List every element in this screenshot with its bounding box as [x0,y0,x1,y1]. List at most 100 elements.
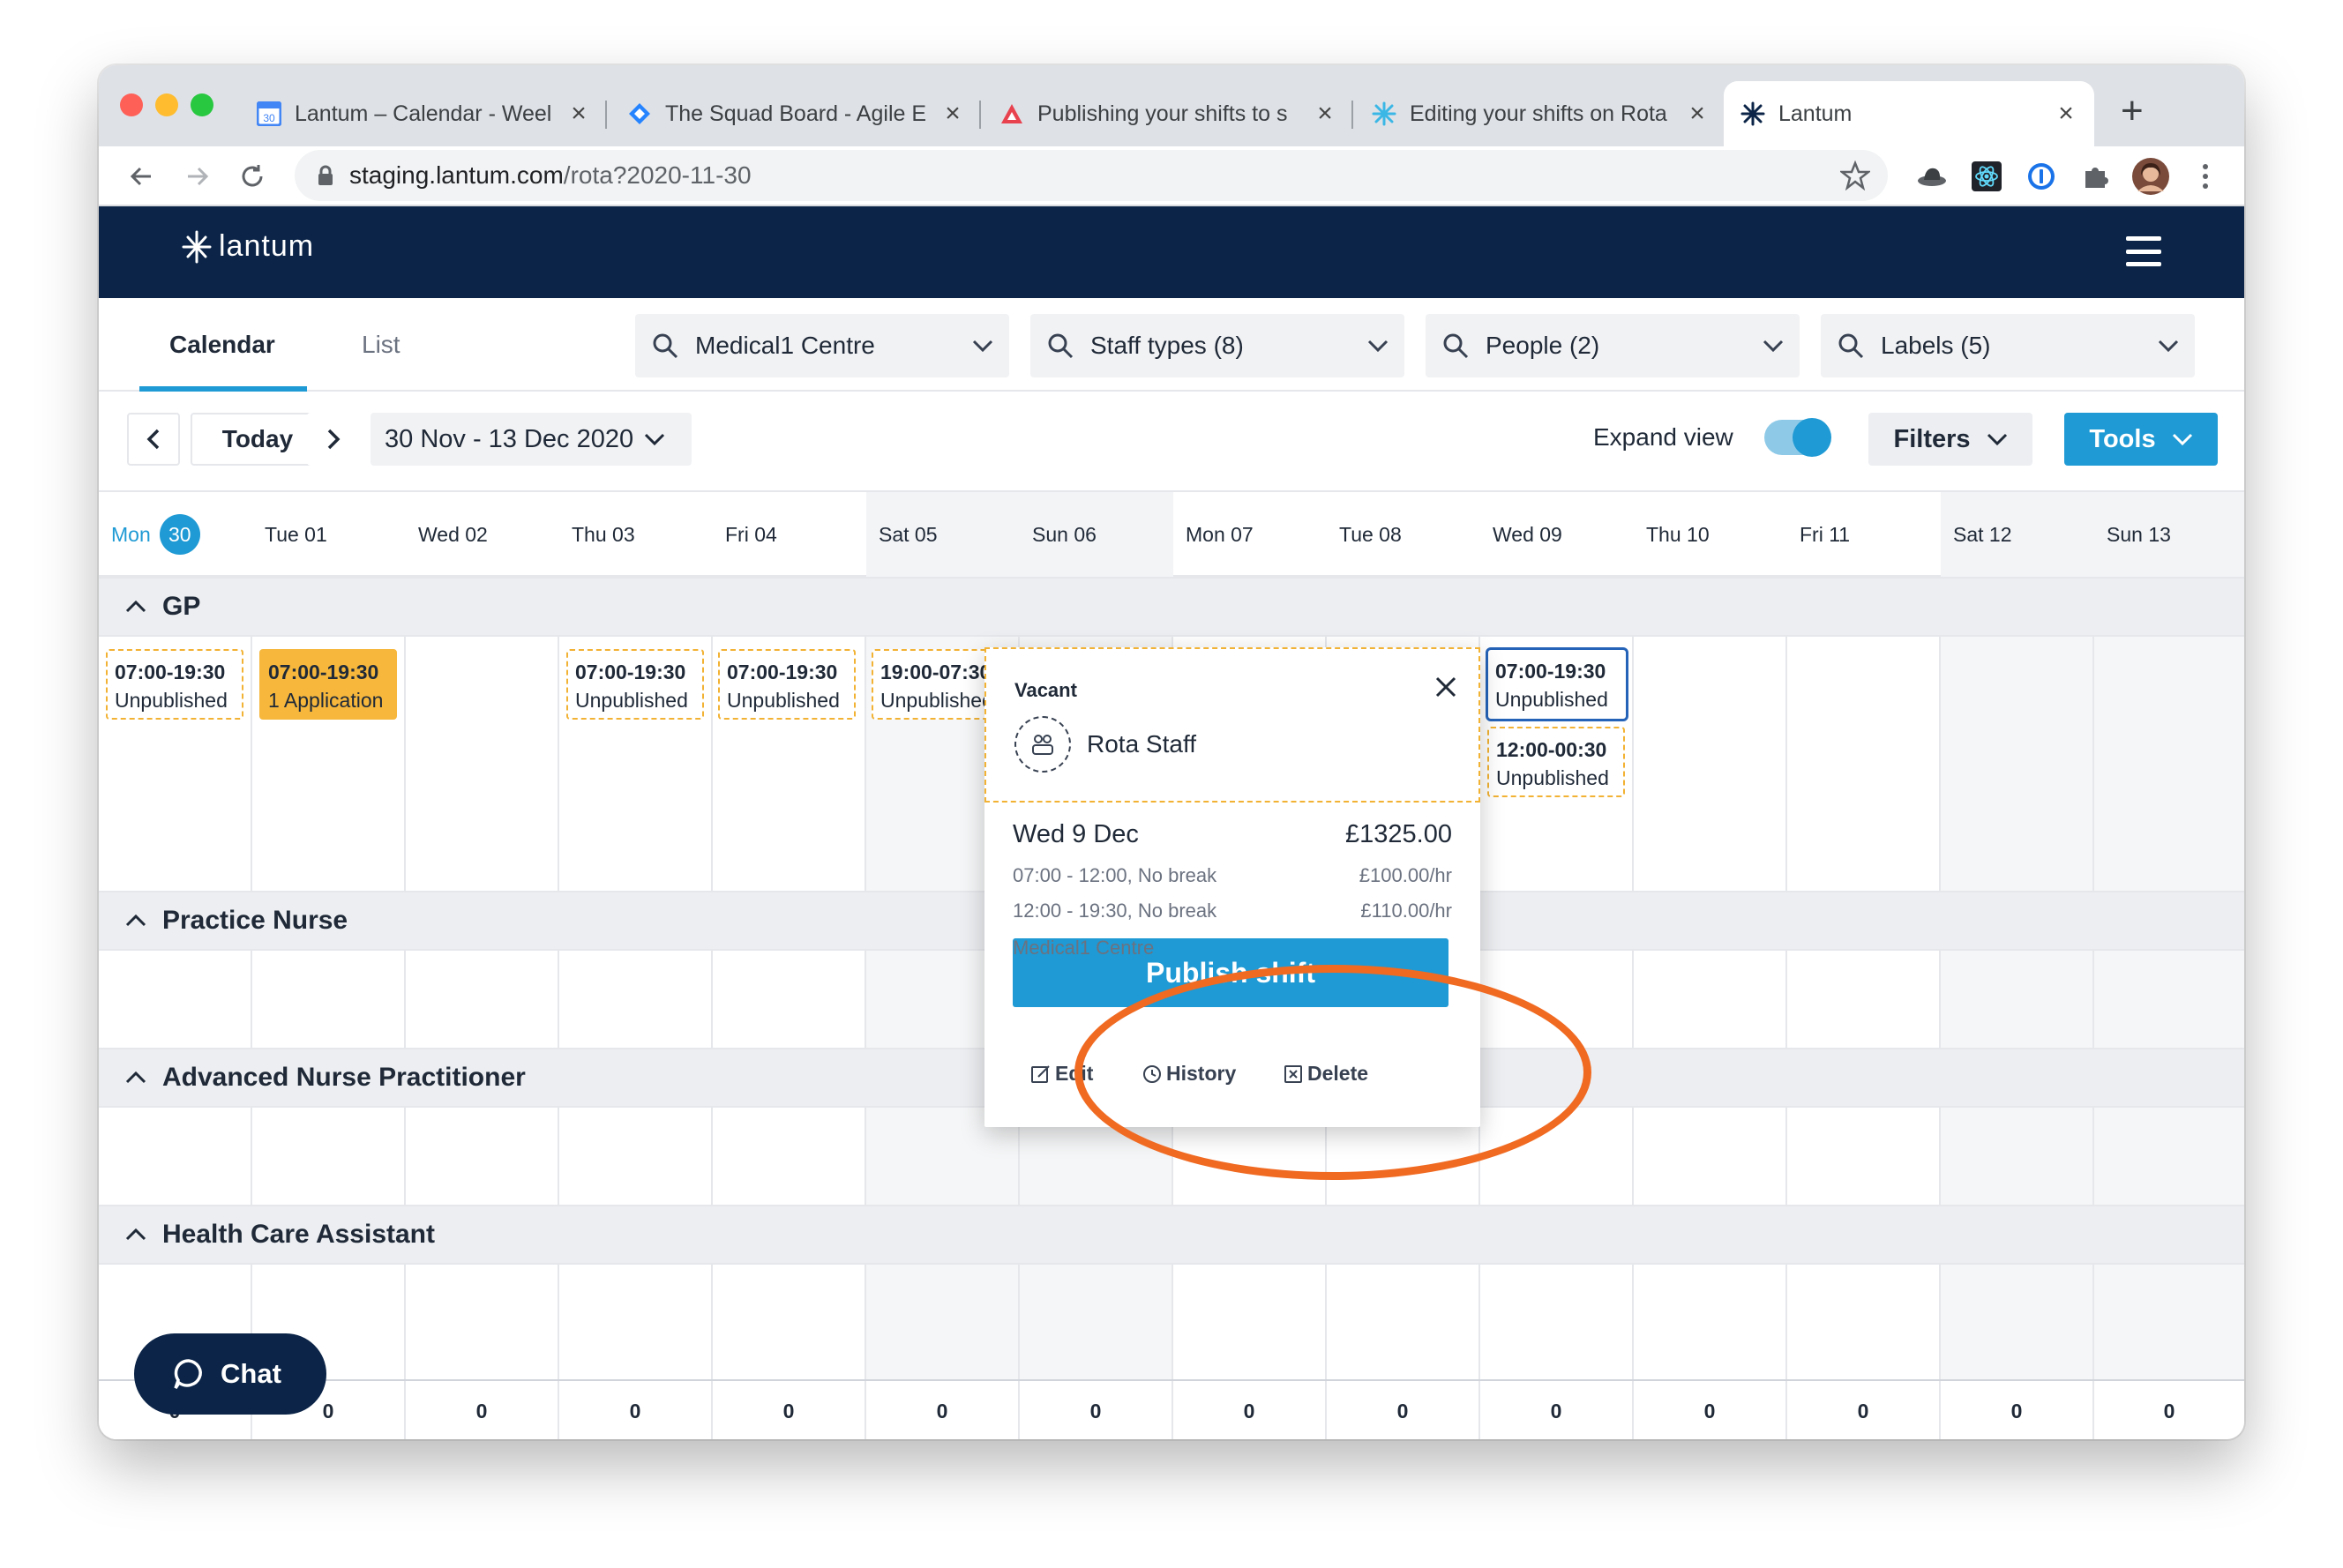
password-manager-icon[interactable] [2022,157,2061,196]
close-tab-icon[interactable]: × [566,99,591,129]
tab-calendar[interactable]: Calendar [169,298,275,392]
back-arrow-icon[interactable] [122,157,161,196]
day-cell[interactable] [713,1265,866,1379]
shift-card[interactable]: 07:00-19:30 Unpublished [566,649,704,720]
extensions-puzzle-icon[interactable] [2077,157,2115,196]
chat-button[interactable]: Chat [134,1333,326,1415]
delete-shift-button[interactable]: Delete [1283,1062,1368,1086]
shift-card[interactable]: 12:00-00:30 Unpublished [1487,727,1625,797]
day-cell[interactable] [559,1108,713,1206]
extension-hat-icon[interactable] [1913,157,1951,196]
day-header-today[interactable]: Mon 30 [99,492,249,577]
new-tab-button[interactable]: + [2121,92,2144,131]
day-cell[interactable] [1787,1265,1941,1379]
day-cell[interactable] [1480,951,1634,1049]
day-cell[interactable] [1634,1108,1787,1206]
close-icon[interactable] [1434,672,1457,706]
day-header[interactable]: Tue 08 [1327,492,1480,577]
day-cell[interactable] [1787,951,1941,1049]
location-select[interactable]: Medical1 Centre [635,314,1009,377]
footer-count: 0 [406,1381,559,1439]
day-cell[interactable] [1941,1108,2094,1206]
section-header-health-care-assistant[interactable]: Health Care Assistant [99,1205,2244,1265]
day-cell[interactable] [713,1108,866,1206]
day-cell[interactable] [406,1265,559,1379]
day-header[interactable]: Sat 05 [866,492,1020,577]
shift-card-selected[interactable]: 07:00-19:30 Unpublished [1486,647,1628,721]
close-tab-icon[interactable]: × [2054,99,2078,129]
day-cell[interactable] [866,1265,1020,1379]
day-header[interactable]: Thu 03 [559,492,713,577]
day-cell[interactable] [99,951,252,1049]
react-devtools-icon[interactable] [1967,157,2006,196]
date-range-picker[interactable]: 30 Nov - 13 Dec 2020 [371,413,692,466]
close-tab-icon[interactable]: × [940,99,965,129]
day-cell[interactable] [559,1265,713,1379]
expand-view-toggle[interactable] [1764,418,1831,457]
day-cell[interactable] [1020,1265,1173,1379]
hamburger-menu-icon[interactable] [2126,236,2161,266]
day-cell[interactable] [2094,1108,2244,1206]
close-tab-icon[interactable]: × [1313,99,1337,129]
day-cell[interactable] [1634,1265,1787,1379]
day-cell[interactable] [1327,1265,1480,1379]
day-cell[interactable] [252,951,406,1049]
close-tab-icon[interactable]: × [1685,99,1710,129]
day-cell[interactable] [1941,951,2094,1049]
staff-types-select[interactable]: Staff types (8) [1030,314,1404,377]
day-header[interactable]: Mon 07 [1173,492,1327,577]
people-select[interactable]: People (2) [1426,314,1800,377]
day-header[interactable]: Sun 13 [2094,492,2244,577]
reload-icon[interactable] [233,157,272,196]
profile-avatar[interactable] [2131,157,2170,196]
day-cell[interactable] [2094,951,2244,1049]
day-header[interactable]: Tue 01 [252,492,406,577]
day-cell[interactable] [406,951,559,1049]
section-header-gp[interactable]: GP [99,577,2244,637]
day-cell[interactable] [1634,951,1787,1049]
labels-select[interactable]: Labels (5) [1821,314,2195,377]
day-header[interactable]: Fri 11 [1787,492,1941,577]
browser-tab-squad-board[interactable]: The Squad Board - Agile E × [610,81,981,146]
browser-tab-editing-shifts[interactable]: Editing your shifts on Rota × [1355,81,1725,146]
next-period-button[interactable] [307,413,360,466]
day-cell[interactable] [252,1108,406,1206]
browser-menu-icon[interactable] [2186,157,2225,196]
previous-period-button[interactable] [127,413,180,466]
day-cell[interactable] [2094,1265,2244,1379]
browser-tab-publishing-shifts[interactable]: Publishing your shifts to s × [983,81,1353,146]
filters-button[interactable]: Filters [1868,413,2032,466]
day-cell[interactable] [99,1108,252,1206]
shift-card[interactable]: 07:00-19:30 Unpublished [718,649,856,720]
lantum-logo[interactable]: lantum [182,229,314,264]
tools-button[interactable]: Tools [2064,413,2218,466]
day-cell[interactable] [1941,1265,2094,1379]
url-bar[interactable]: staging.lantum.com/rota?2020-11-30 [295,150,1888,201]
day-header[interactable]: Sun 06 [1020,492,1173,577]
day-header[interactable]: Wed 02 [406,492,559,577]
day-header[interactable]: Sat 12 [1941,492,2094,577]
day-cell[interactable] [1480,1265,1634,1379]
shift-card[interactable]: 07:00-19:30 Unpublished [106,649,243,720]
minimize-window-button[interactable] [155,93,178,116]
close-window-button[interactable] [120,93,143,116]
day-header[interactable]: Fri 04 [713,492,866,577]
browser-tab-lantum-active[interactable]: Lantum × [1724,81,2094,146]
edit-shift-button[interactable]: Edit [1030,1062,1093,1086]
day-header[interactable]: Thu 10 [1634,492,1787,577]
day-cell[interactable] [559,951,713,1049]
day-cell[interactable] [1480,1108,1634,1206]
day-cell[interactable] [406,1108,559,1206]
today-button[interactable]: Today [191,413,325,466]
browser-tab-calendar[interactable]: 30 Lantum – Calendar - Weel × [240,81,607,146]
bookmark-star-icon[interactable] [1838,160,1872,195]
day-cell[interactable] [713,951,866,1049]
tab-list[interactable]: List [362,298,400,392]
day-cell[interactable] [1173,1265,1327,1379]
forward-arrow-icon[interactable] [178,157,217,196]
maximize-window-button[interactable] [191,93,213,116]
shift-card-with-application[interactable]: 07:00-19:30 1 Application [259,649,397,720]
history-button[interactable]: History [1142,1062,1236,1086]
day-header[interactable]: Wed 09 [1480,492,1634,577]
day-cell[interactable] [1787,1108,1941,1206]
